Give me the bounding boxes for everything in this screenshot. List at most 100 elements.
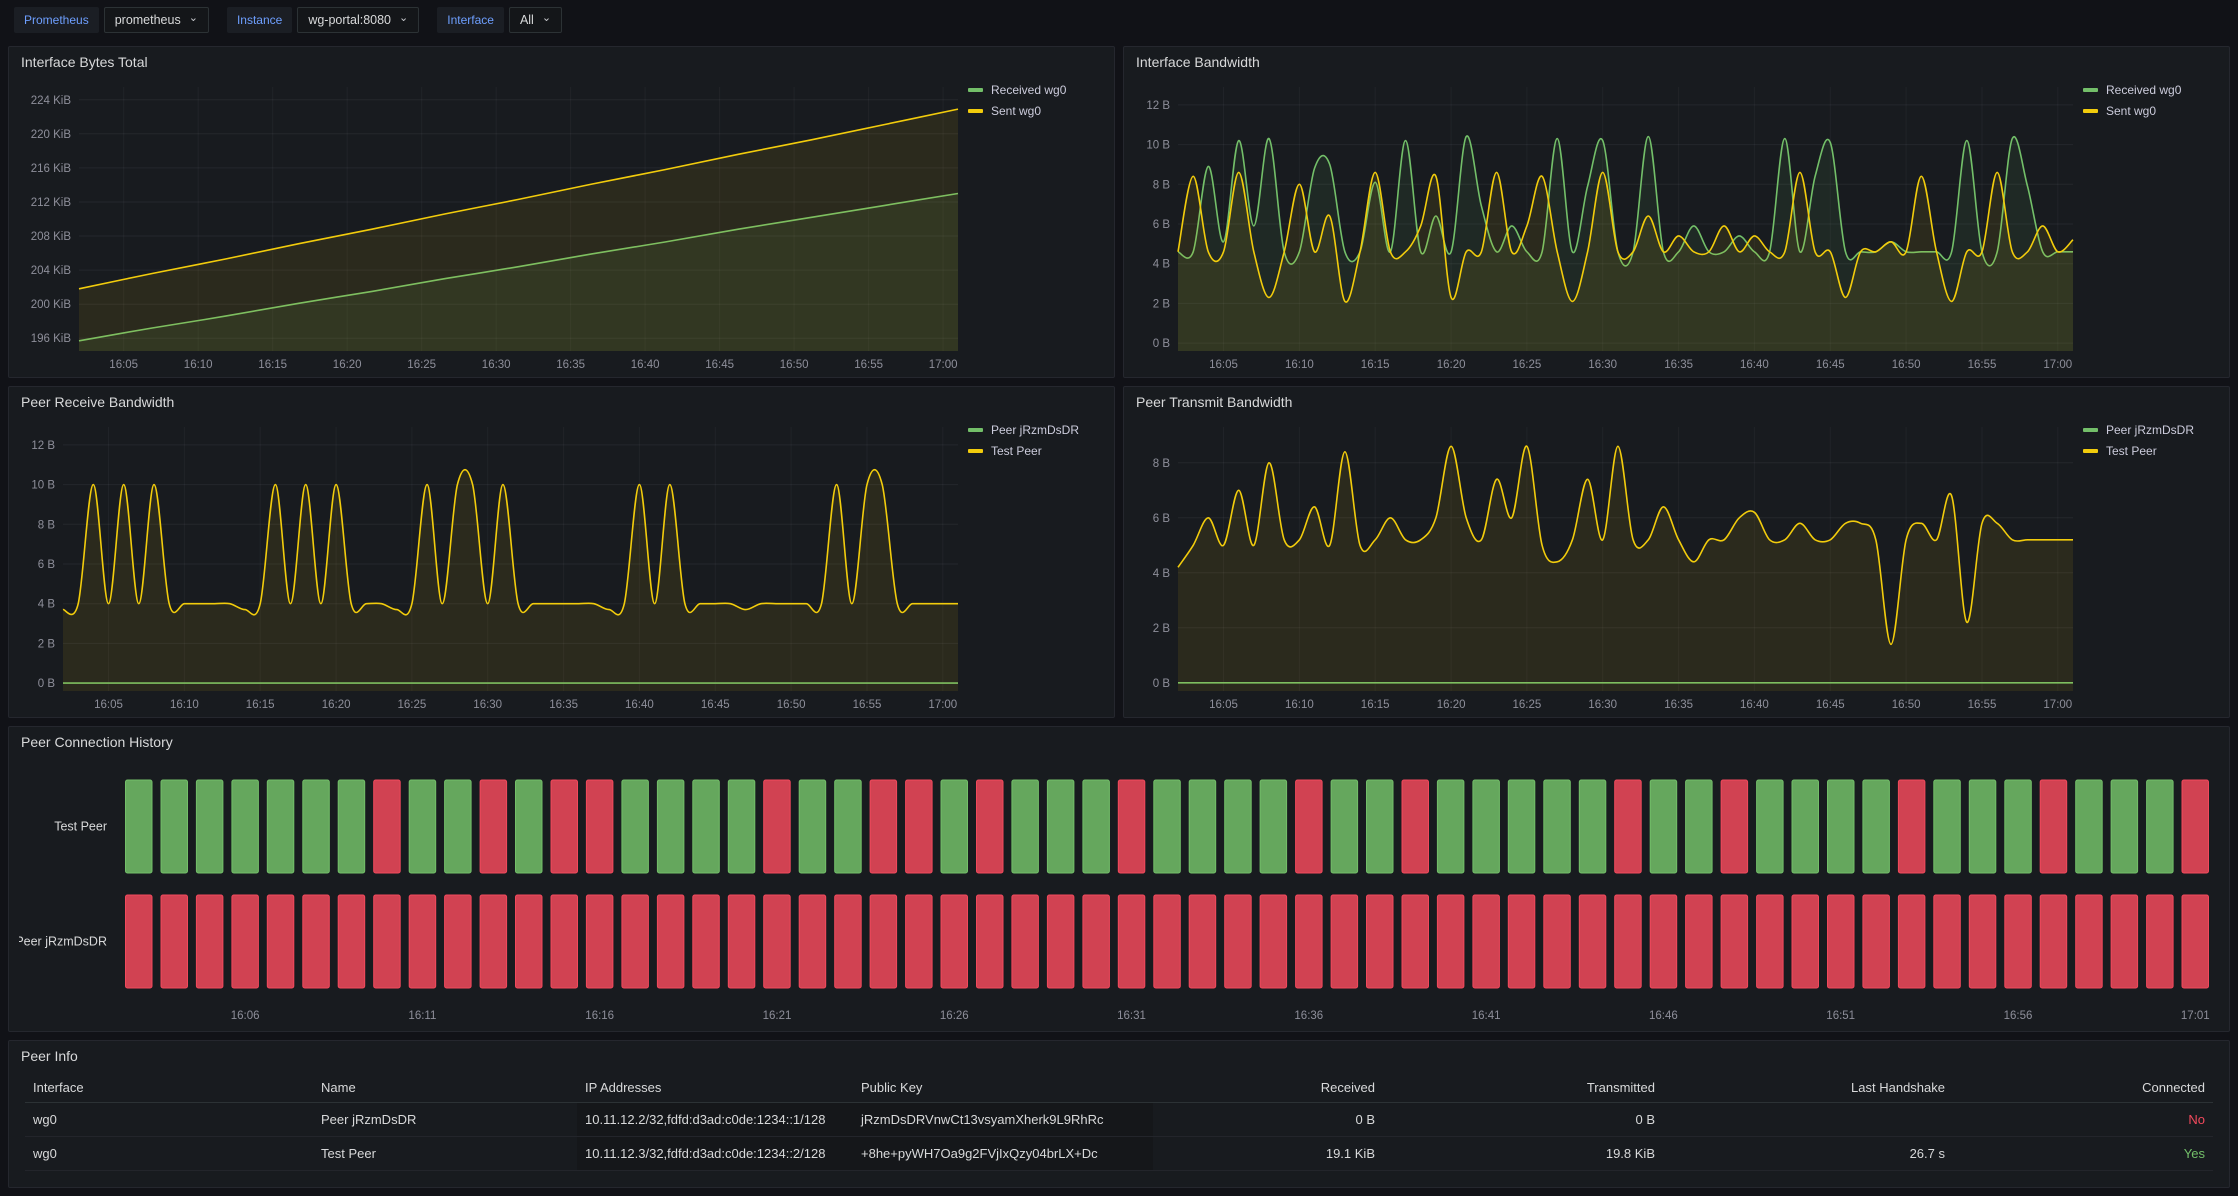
- status-cell[interactable]: [338, 895, 365, 988]
- legend-item[interactable]: Sent wg0: [2083, 104, 2219, 118]
- legend-item[interactable]: Received wg0: [968, 83, 1104, 97]
- status-cell[interactable]: [1615, 895, 1642, 988]
- status-cell[interactable]: [126, 780, 153, 873]
- panel-title[interactable]: Peer Transmit Bandwidth: [1124, 387, 2229, 417]
- status-cell[interactable]: [338, 780, 365, 873]
- status-cell[interactable]: [1402, 780, 1429, 873]
- status-cell[interactable]: [1686, 895, 1713, 988]
- status-cell[interactable]: [1898, 895, 1925, 988]
- status-cell[interactable]: [232, 780, 259, 873]
- status-cell[interactable]: [1047, 780, 1074, 873]
- var-label-prometheus[interactable]: Prometheus: [14, 7, 99, 33]
- status-cell[interactable]: [586, 895, 613, 988]
- status-cell[interactable]: [1721, 895, 1748, 988]
- status-cell[interactable]: [267, 780, 294, 873]
- legend-item[interactable]: Test Peer: [968, 444, 1104, 458]
- panel-title[interactable]: Peer Info: [9, 1041, 2229, 1071]
- status-cell[interactable]: [1828, 895, 1855, 988]
- column-header-interface[interactable]: Interface: [25, 1080, 313, 1095]
- status-cell[interactable]: [835, 780, 862, 873]
- status-cell[interactable]: [1508, 780, 1535, 873]
- column-header-connected[interactable]: Connected: [1953, 1080, 2213, 1095]
- status-cell[interactable]: [728, 780, 755, 873]
- status-cell[interactable]: [1083, 780, 1110, 873]
- var-label-interface[interactable]: Interface: [437, 7, 504, 33]
- status-cell[interactable]: [1012, 895, 1039, 988]
- status-cell[interactable]: [906, 780, 933, 873]
- status-cell[interactable]: [1296, 780, 1323, 873]
- status-cell[interactable]: [870, 895, 897, 988]
- status-cell[interactable]: [303, 895, 330, 988]
- status-cell[interactable]: [303, 780, 330, 873]
- status-cell[interactable]: [480, 895, 507, 988]
- status-cell[interactable]: [941, 780, 968, 873]
- status-cell[interactable]: [1544, 780, 1571, 873]
- var-select-instance[interactable]: wg-portal:8080 ⌄: [297, 7, 419, 33]
- status-cell[interactable]: [196, 895, 223, 988]
- status-cell[interactable]: [799, 780, 826, 873]
- panel-title[interactable]: Peer Connection History: [9, 727, 2229, 757]
- legend-item[interactable]: Received wg0: [2083, 83, 2219, 97]
- legend-item[interactable]: Test Peer: [2083, 444, 2219, 458]
- var-select-datasource[interactable]: prometheus ⌄: [104, 7, 209, 33]
- interface-bandwidth-chart[interactable]: 0 B2 B4 B6 B8 B10 B12 B16:0516:1016:1516…: [1134, 79, 2079, 373]
- status-cell[interactable]: [1863, 780, 1890, 873]
- status-cell[interactable]: [1757, 895, 1784, 988]
- status-cell[interactable]: [622, 895, 649, 988]
- legend-item[interactable]: Peer jRzmDsDR: [968, 423, 1104, 437]
- status-cell[interactable]: [1437, 895, 1464, 988]
- status-cell[interactable]: [764, 780, 791, 873]
- panel-title[interactable]: Interface Bytes Total: [9, 47, 1114, 77]
- status-cell[interactable]: [1225, 780, 1252, 873]
- status-cell[interactable]: [445, 895, 472, 988]
- status-cell[interactable]: [1189, 895, 1216, 988]
- panel-title[interactable]: Peer Receive Bandwidth: [9, 387, 1114, 417]
- status-cell[interactable]: [1047, 895, 1074, 988]
- status-cell[interactable]: [2111, 780, 2138, 873]
- status-cell[interactable]: [1934, 780, 1961, 873]
- status-cell[interactable]: [551, 780, 578, 873]
- status-cell[interactable]: [1367, 895, 1394, 988]
- column-header-name[interactable]: Name: [313, 1080, 577, 1095]
- status-cell[interactable]: [1650, 895, 1677, 988]
- column-header-transmitted[interactable]: Transmitted: [1383, 1080, 1663, 1095]
- status-cell[interactable]: [1686, 780, 1713, 873]
- status-cell[interactable]: [1367, 780, 1394, 873]
- status-cell[interactable]: [622, 780, 649, 873]
- panel-title[interactable]: Interface Bandwidth: [1124, 47, 2229, 77]
- status-cell[interactable]: [551, 895, 578, 988]
- status-cell[interactable]: [409, 780, 436, 873]
- var-label-instance[interactable]: Instance: [227, 7, 292, 33]
- status-cell[interactable]: [1331, 780, 1358, 873]
- status-cell[interactable]: [1402, 895, 1429, 988]
- status-cell[interactable]: [1118, 895, 1145, 988]
- status-cell[interactable]: [1969, 895, 1996, 988]
- status-cell[interactable]: [2040, 780, 2067, 873]
- status-cell[interactable]: [2182, 780, 2209, 873]
- status-cell[interactable]: [1225, 895, 1252, 988]
- legend-item[interactable]: Peer jRzmDsDR: [2083, 423, 2219, 437]
- status-cell[interactable]: [1898, 780, 1925, 873]
- column-header-received[interactable]: Received: [1153, 1080, 1383, 1095]
- status-cell[interactable]: [126, 895, 153, 988]
- status-cell[interactable]: [1792, 895, 1819, 988]
- status-cell[interactable]: [977, 895, 1004, 988]
- interface-bytes-total-chart[interactable]: 196 KiB200 KiB204 KiB208 KiB212 KiB216 K…: [19, 79, 964, 373]
- status-cell[interactable]: [1189, 780, 1216, 873]
- status-cell[interactable]: [1792, 780, 1819, 873]
- status-cell[interactable]: [1012, 780, 1039, 873]
- status-cell[interactable]: [409, 895, 436, 988]
- column-header-last-handshake[interactable]: Last Handshake: [1663, 1080, 1953, 1095]
- status-cell[interactable]: [1437, 780, 1464, 873]
- status-cell[interactable]: [586, 780, 613, 873]
- status-cell[interactable]: [516, 780, 543, 873]
- status-cell[interactable]: [1154, 780, 1181, 873]
- status-cell[interactable]: [2005, 780, 2032, 873]
- var-select-interface[interactable]: All ⌄: [509, 7, 562, 33]
- status-cell[interactable]: [2147, 780, 2174, 873]
- status-cell[interactable]: [374, 780, 401, 873]
- status-cell[interactable]: [2005, 895, 2032, 988]
- status-cell[interactable]: [728, 895, 755, 988]
- status-cell[interactable]: [196, 780, 223, 873]
- status-cell[interactable]: [1934, 895, 1961, 988]
